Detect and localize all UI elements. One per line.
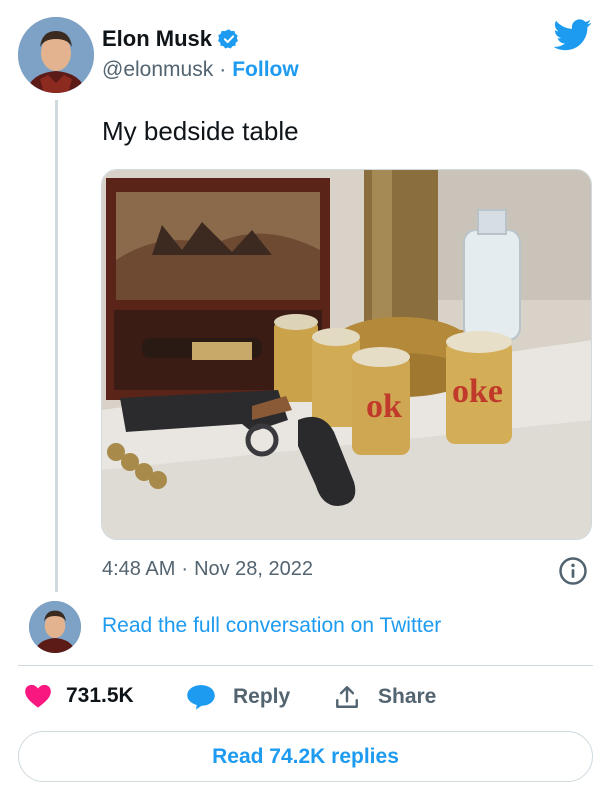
tweet-text: My bedside table [102, 116, 299, 146]
speech-bubble-icon [186, 683, 216, 711]
author-name[interactable]: Elon Musk [102, 26, 212, 52]
verified-badge-icon [218, 28, 240, 50]
tweet-date: Nov 28, 2022 [194, 558, 314, 580]
reply-label: Reply [233, 685, 291, 708]
conversation-avatar[interactable] [29, 601, 81, 653]
info-icon[interactable] [558, 556, 588, 586]
share-button[interactable]: Share [334, 683, 436, 711]
divider [18, 665, 593, 666]
author-handle[interactable]: @elonmusk [102, 58, 213, 81]
svg-text:ok: ok [366, 388, 402, 425]
timestamp[interactable]: 4:48 AM · Nov 28, 2022 [102, 558, 313, 581]
read-conversation-link[interactable]: Read the full conversation on Twitter [102, 614, 441, 638]
like-button[interactable]: 731.5K [24, 683, 134, 709]
read-replies-label: Read 74.2K replies [212, 744, 399, 768]
tweet-time: 4:48 AM [102, 558, 176, 580]
svg-text:oke: oke [452, 373, 503, 410]
author-avatar[interactable] [18, 17, 94, 93]
follow-button[interactable]: Follow [232, 58, 299, 81]
thread-line [55, 100, 58, 592]
share-label: Share [378, 685, 437, 708]
like-count: 731.5K [66, 684, 134, 707]
heart-icon [24, 683, 52, 709]
tweet-photo[interactable]: ok oke [101, 169, 592, 540]
reply-button[interactable]: Reply [186, 683, 290, 711]
handle-separator: · [219, 58, 227, 81]
handle-row: @elonmusk · Follow [102, 58, 299, 82]
read-replies-button[interactable]: Read 74.2K replies [18, 731, 593, 782]
author-name-row[interactable]: Elon Musk [102, 26, 240, 52]
twitter-bird-icon[interactable] [553, 18, 592, 52]
share-upload-icon [334, 683, 360, 711]
time-separator: · [181, 558, 189, 580]
